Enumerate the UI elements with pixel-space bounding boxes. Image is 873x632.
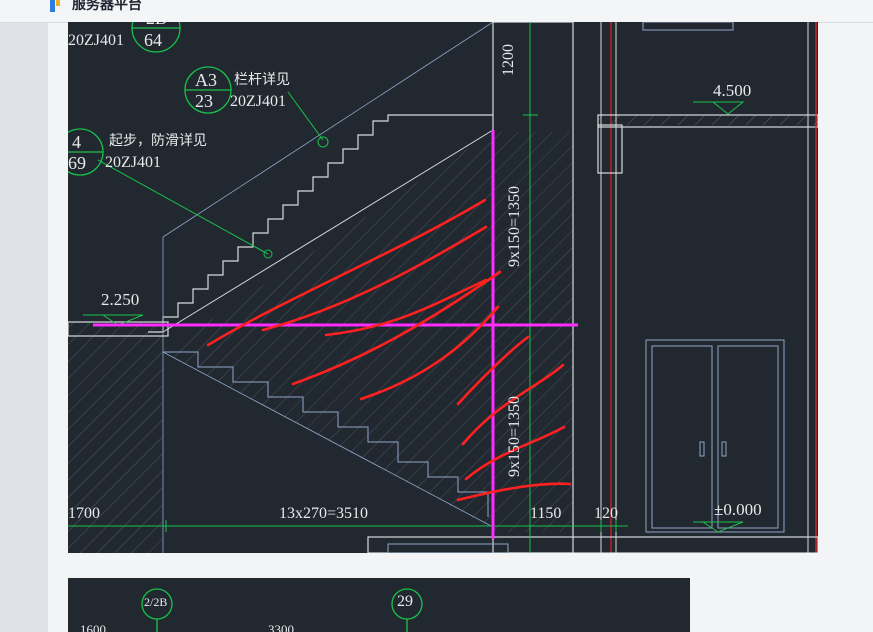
- ref-4-69-code: 20ZJ401: [105, 154, 161, 171]
- dim-upper-rise: 9x150=1350: [506, 185, 523, 267]
- dim-lower-rise: 9x150=1350: [506, 395, 523, 477]
- dim-1600: 1600: [80, 622, 106, 632]
- cad-drawing-stair-section[interactable]: 2B 64 20ZJ401 A3 23 栏杆详见 20ZJ401 4 69 起步…: [68, 22, 818, 553]
- dim-1700: 1700: [68, 505, 100, 522]
- ref-4-69-bottom: 69: [68, 153, 86, 173]
- elevation-0000: ±0.000: [714, 500, 762, 519]
- ref-2-2b-text: 2/2B: [144, 595, 168, 609]
- ref-a3-23-label: 栏杆详见: [234, 72, 290, 88]
- dim-1200: 1200: [500, 44, 517, 76]
- dim-120: 120: [594, 505, 618, 522]
- ref-29-text: 29: [397, 593, 413, 610]
- top-bar: 服务器平台: [0, 0, 873, 23]
- dim-1150: 1150: [530, 505, 562, 522]
- cad-drawing-floor-plan[interactable]: 2/2B 29 1600 3300: [68, 578, 690, 632]
- ref-a3-23-bottom: 23: [195, 91, 213, 111]
- elevation-4500: 4.500: [713, 81, 752, 100]
- ref-2b-64-code: 20ZJ401: [68, 32, 124, 49]
- dim-3300: 3300: [268, 622, 294, 632]
- dim-steps: 13x270=3510: [279, 505, 369, 522]
- elevation-2250: 2.250: [101, 290, 140, 309]
- logo-icon: [50, 0, 60, 12]
- app-logo-text: 服务器平台: [72, 0, 142, 12]
- ref-4-69-top: 4: [72, 132, 81, 152]
- ref-2b-64-bottom: 64: [144, 30, 162, 50]
- ref-4-69-label: 起步，防滑详见: [109, 133, 207, 149]
- left-gutter: [0, 23, 48, 632]
- ref-a3-23-code: 20ZJ401: [230, 93, 286, 110]
- ref-a3-23-top: A3: [195, 70, 217, 90]
- ref-2b-64-top: 2B: [146, 22, 167, 29]
